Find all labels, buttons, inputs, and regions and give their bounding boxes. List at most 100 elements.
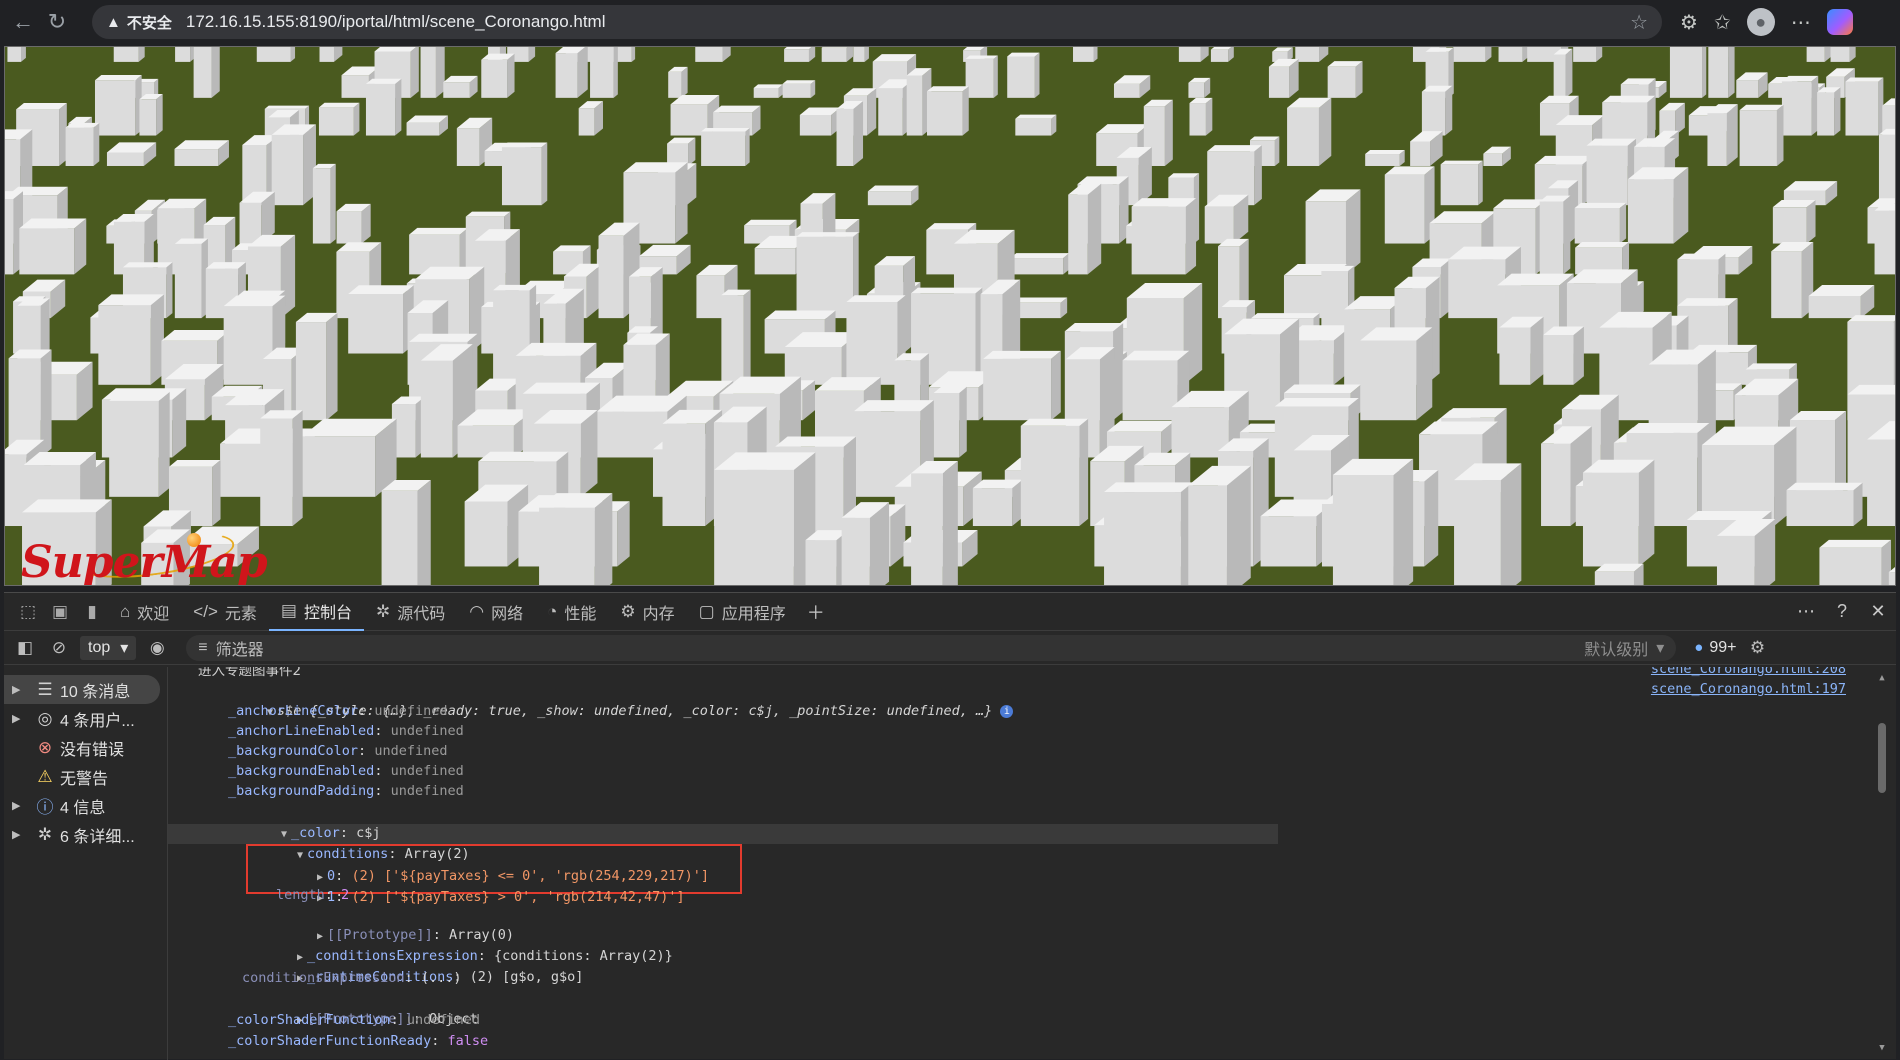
sidebar-item-errors[interactable]: ⊗ 没有错误 xyxy=(4,733,167,762)
building-roof-shape xyxy=(409,227,469,235)
color-prop-line[interactable]: ▼ _color: c$j xyxy=(212,803,380,841)
building-front-shape xyxy=(1627,179,1674,244)
more-menu-icon[interactable]: ⋯ xyxy=(1791,10,1811,35)
expand-arrow-icon[interactable]: ▶ xyxy=(12,828,30,841)
scroll-up-icon[interactable]: ▲ xyxy=(1876,673,1888,683)
building-side-shape xyxy=(1226,465,1251,585)
sidebar-item-warnings[interactable]: ⚠ 无警告 xyxy=(4,762,167,791)
building-front-shape xyxy=(1188,485,1227,585)
device-toggle-icon[interactable]: ▣ xyxy=(44,602,76,622)
object-root-line[interactable]: ▼ s$e {_style: {…}, _ready: true, _show: … xyxy=(198,681,1014,719)
building-front-shape xyxy=(1365,154,1400,166)
issues-counter[interactable]: ● 99+ xyxy=(1694,639,1736,657)
conditions-line[interactable]: ▼ conditions: Array(2) xyxy=(228,824,470,862)
conditions-expression-line[interactable]: ▶ _conditionsExpression: {conditions: Arr… xyxy=(228,926,673,964)
tab-console[interactable]: ▤ 控制台 xyxy=(268,593,364,631)
runtime-conditions-line[interactable]: ▶ _runtimeConditions: (2) [g$o, g$o] xyxy=(228,947,583,985)
scrollbar-thumb[interactable] xyxy=(1878,723,1886,793)
conditions-expression-getter-line[interactable]: conditionsExpression: (...) xyxy=(242,968,461,988)
console-body: ▶ ☰ 10 条消息 ▶ ◎ 4 条用户... ⊗ 没有错误 ⚠ 无警告 ▶ ⓘ… xyxy=(4,667,1896,1060)
building-front-shape xyxy=(443,82,470,98)
building-roof-shape xyxy=(1847,315,1895,322)
building-roof-shape xyxy=(1168,173,1200,178)
building-side-shape xyxy=(867,88,877,136)
prop-value: (2) [g$o, g$o] xyxy=(469,969,584,985)
profile-avatar-icon[interactable]: ● xyxy=(1746,8,1775,36)
tab-elements[interactable]: </> 元素 xyxy=(181,593,269,631)
condition-1-line[interactable]: ▶ 1: (2) ['${payTaxes} > 0', 'rgb(214,42,… xyxy=(248,867,685,905)
sidebar-item-messages[interactable]: ▶ ☰ 10 条消息 xyxy=(4,675,160,704)
scroll-down-icon[interactable]: ▼ xyxy=(1876,1043,1888,1053)
building-roof-shape xyxy=(1575,242,1630,248)
building-front-shape xyxy=(271,134,304,206)
building-front-shape xyxy=(1499,327,1531,385)
building-front-shape xyxy=(701,131,746,166)
more-options-icon[interactable]: ⋯ xyxy=(1788,601,1824,622)
building-side-shape xyxy=(541,142,548,206)
favorites-icon[interactable]: ✩ xyxy=(1714,10,1731,35)
building-front-shape xyxy=(1808,295,1861,319)
tab-network[interactable]: ◠ 网络 xyxy=(457,593,535,631)
building-front-shape xyxy=(1131,206,1186,275)
close-icon[interactable]: ✕ xyxy=(1860,601,1896,622)
back-button[interactable]: ← xyxy=(6,5,40,39)
building-front-shape xyxy=(695,47,723,62)
inspect-icon[interactable]: ⬚ xyxy=(12,602,44,622)
building-roof-shape xyxy=(782,80,816,84)
tab-welcome[interactable]: ⌂ 欢迎 xyxy=(108,593,181,631)
copilot-icon[interactable] xyxy=(1826,9,1853,35)
reload-button[interactable]: ↻ xyxy=(40,5,74,39)
source-link[interactable]: scene_Coronango.html:197 xyxy=(1651,681,1846,697)
error-icon: ⊗ xyxy=(37,737,53,757)
building-front-shape xyxy=(1384,174,1425,244)
array-prototype-line[interactable]: ▶ [[Prototype]]: Array(0) xyxy=(248,905,514,943)
expand-arrow-icon[interactable]: ▶ xyxy=(12,683,30,696)
bookmark-star-icon[interactable]: ☆ xyxy=(1630,10,1648,35)
prop-key: length xyxy=(276,887,325,903)
eye-icon[interactable]: ◉ xyxy=(144,638,170,658)
sidebar-item-verbose[interactable]: ▶ ✲ 6 条详细... xyxy=(4,820,167,849)
building-front-shape xyxy=(1020,425,1080,527)
info-icon[interactable]: i xyxy=(1000,704,1014,718)
settings-gear-icon[interactable]: ⚙ xyxy=(1744,638,1770,658)
sidebar-item-user-messages[interactable]: ▶ ◎ 4 条用户... xyxy=(4,704,167,733)
filter-input[interactable]: ≡ 筛选器 默认级别 ▾ xyxy=(186,634,1677,661)
building-front-shape xyxy=(867,191,912,206)
source-link[interactable]: scene_Coronango.html:208 xyxy=(1651,667,1846,677)
prop-value: undefined xyxy=(374,703,448,719)
console-scrollbar[interactable]: ▲ ▼ xyxy=(1876,673,1888,1053)
security-label[interactable]: 不安全 xyxy=(127,12,172,33)
building-front-shape xyxy=(139,99,157,136)
expand-arrow-icon[interactable]: ▶ xyxy=(12,712,30,725)
context-value: top xyxy=(88,638,111,656)
extensions-icon[interactable]: ⚙ xyxy=(1680,10,1698,35)
tab-memory[interactable]: ⚙ 内存 xyxy=(608,593,686,631)
building-side-shape xyxy=(1776,104,1784,166)
context-select[interactable]: top ▾ xyxy=(80,635,137,660)
log-level-select[interactable]: 默认级别 ▾ xyxy=(1584,636,1664,660)
building-front-shape xyxy=(1122,360,1178,421)
prop-key: conditionsExpression xyxy=(242,970,405,986)
building-side-shape xyxy=(1834,87,1841,136)
building-front-shape xyxy=(539,507,595,585)
clear-console-icon[interactable]: ⊘ xyxy=(46,638,72,658)
address-bar[interactable]: ▲ 不安全 172.16.15.155:8190/iportal/html/sc… xyxy=(92,5,1662,39)
shader-function-line: _colorShaderFunction: undefined xyxy=(228,1012,480,1028)
url-text[interactable]: 172.16.15.155:8190/iportal/html/scene_Co… xyxy=(186,12,1630,32)
help-icon[interactable]: ? xyxy=(1824,601,1860,622)
object-prototype-line[interactable]: ▶ [[Prototype]]: Object xyxy=(228,989,478,1027)
condition-0-line[interactable]: ▶ 0: (2) ['${payTaxes} <= 0', 'rgb(254,22… xyxy=(248,846,709,884)
add-tab-icon[interactable]: ＋ xyxy=(798,599,834,625)
tab-sources[interactable]: ✲ 源代码 xyxy=(364,593,457,631)
tab-performance[interactable]: ◔ 性能 xyxy=(535,593,608,631)
scene-viewport[interactable]: SuperMap xyxy=(4,46,1896,586)
expand-arrow-icon[interactable]: ▶ xyxy=(12,799,30,812)
sidebar-item-info[interactable]: ▶ ⓘ 4 信息 xyxy=(4,791,167,820)
sidebar-toggle-icon[interactable]: ▮ xyxy=(76,602,108,622)
tab-application[interactable]: ▢ 应用程序 xyxy=(687,593,798,631)
building-front-shape xyxy=(878,88,903,136)
sidebar-toggle-icon[interactable]: ◧ xyxy=(12,638,38,658)
building-front-shape xyxy=(1188,82,1205,98)
building-side-shape xyxy=(942,460,958,585)
building-side-shape xyxy=(959,386,967,458)
